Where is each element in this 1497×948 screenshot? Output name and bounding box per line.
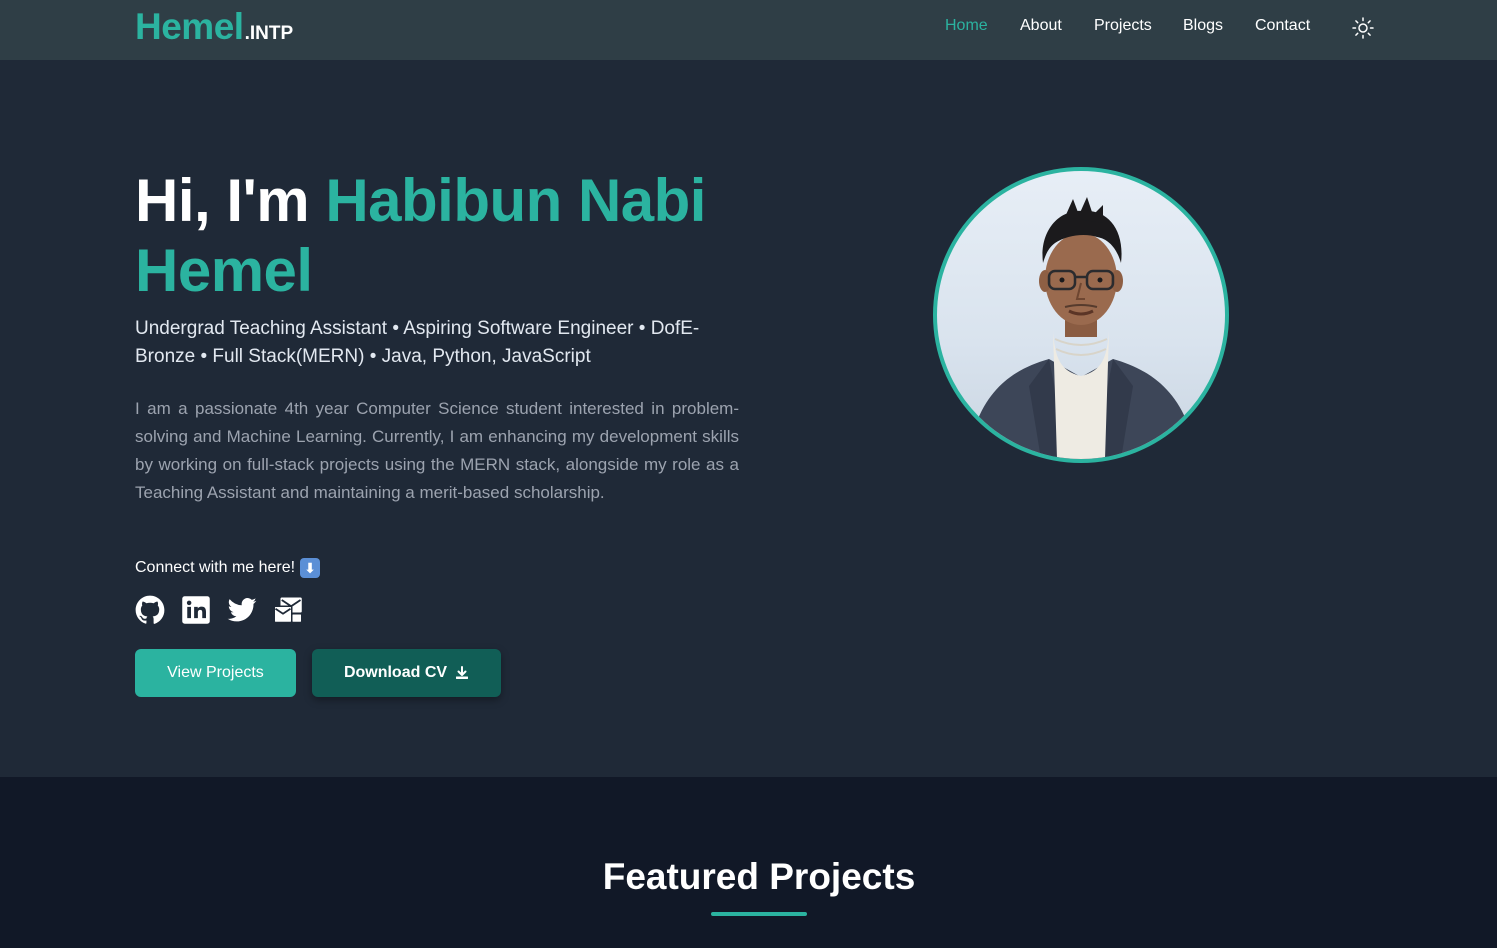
download-cv-button[interactable]: Download CV [312, 649, 501, 697]
hero-greeting: Hi, I'm [135, 167, 310, 234]
featured-projects-title: Featured Projects [602, 856, 916, 897]
nav-home[interactable]: Home [945, 17, 988, 35]
connect-line: Connect with me here! ⬇ [135, 558, 321, 578]
email-link[interactable] [273, 595, 303, 625]
download-cv-label: Download CV [343, 664, 448, 681]
featured-projects-section: Featured Projects [0, 777, 1497, 948]
nav-projects[interactable]: Projects [1094, 17, 1152, 35]
hero-bio: I am a passionate 4th year Computer Scie… [135, 399, 739, 502]
nav-about[interactable]: About [1020, 17, 1062, 35]
down-arrow-icon: ⬇ [300, 558, 321, 578]
social-links [135, 595, 303, 625]
linkedin-icon [182, 596, 210, 624]
hero-section: Hi, I'm Habibun Nabi Hemel Undergrad Tea… [0, 60, 1497, 777]
hero-heading: Hi, I'm Habibun Nabi Hemel [135, 166, 775, 306]
github-link[interactable] [135, 595, 165, 625]
profile-photo [933, 167, 1229, 463]
nav-contact[interactable]: Contact [1255, 17, 1310, 35]
title-underline [711, 912, 807, 916]
linkedin-link[interactable] [181, 595, 211, 625]
github-icon [135, 595, 165, 624]
nav-blogs[interactable]: Blogs [1183, 17, 1223, 35]
view-projects-button[interactable]: View Projects [135, 649, 296, 697]
nav-links: Home About Projects Blogs Contact [0, 17, 1497, 39]
connect-text: Connect with me here! [135, 559, 296, 576]
twitter-icon [227, 597, 257, 622]
theme-toggle-button[interactable] [1351, 16, 1375, 40]
twitter-link[interactable] [227, 595, 257, 625]
hero-roles: Undergrad Teaching Assistant • Aspiring … [135, 318, 700, 367]
download-icon [456, 666, 469, 679]
sun-icon [1352, 17, 1374, 39]
email-icon [273, 597, 303, 624]
navbar: Hemel .INTP Home About Projects Blogs Co… [0, 0, 1497, 60]
portrait-illustration [967, 197, 1197, 459]
